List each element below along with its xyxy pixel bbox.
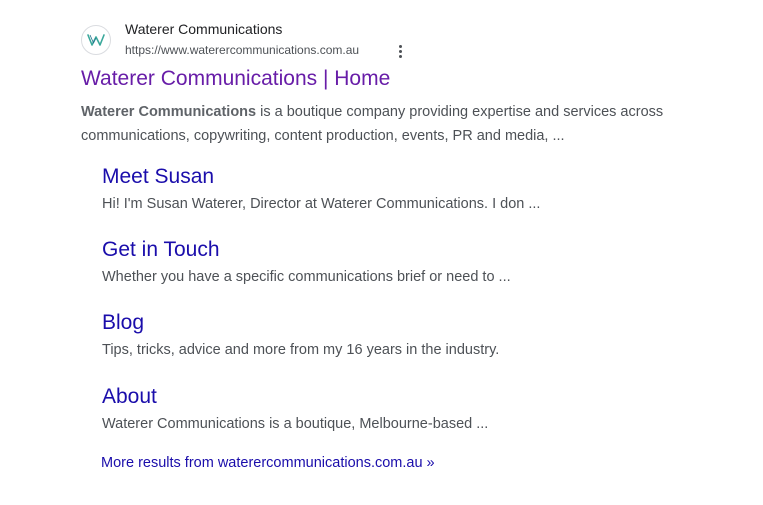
sitelink-title[interactable]: About bbox=[102, 385, 157, 409]
sitelink-meet-susan: Meet Susan Hi! I'm Susan Waterer, Direct… bbox=[102, 165, 662, 225]
sitelink-title[interactable]: Meet Susan bbox=[102, 165, 214, 189]
site-favicon[interactable] bbox=[81, 25, 111, 55]
sitelink-description: Whether you have a specific communicatio… bbox=[102, 269, 511, 285]
sitelink-description: Hi! I'm Susan Waterer, Director at Water… bbox=[102, 196, 541, 212]
sitelink-description: Waterer Communications is a boutique, Me… bbox=[102, 416, 489, 432]
sitelink-title[interactable]: Get in Touch bbox=[102, 238, 220, 262]
sitelink-description: Tips, tricks, advice and more from my 16… bbox=[102, 342, 500, 358]
waterer-w-logo-icon bbox=[87, 34, 105, 46]
sitelink-blog: Blog Tips, tricks, advice and more from … bbox=[102, 311, 662, 371]
sitelink-get-in-touch: Get in Touch Whether you have a specific… bbox=[102, 238, 662, 298]
result-source: Waterer Communications https://www.water… bbox=[81, 20, 721, 60]
sitelink-about: About Waterer Communications is a boutiq… bbox=[102, 385, 662, 445]
result-title-link[interactable]: Waterer Communications | Home bbox=[81, 67, 390, 91]
sitelink-title[interactable]: Blog bbox=[102, 311, 144, 335]
site-name[interactable]: Waterer Communications bbox=[125, 21, 282, 37]
site-url[interactable]: https://www.waterercommunications.com.au bbox=[125, 43, 359, 57]
search-result: Waterer Communications https://www.water… bbox=[81, 20, 721, 144]
result-snippet: Waterer Communications is a boutique com… bbox=[81, 100, 721, 148]
more-results-link[interactable]: More results from waterercommunications.… bbox=[101, 455, 435, 471]
three-dot-vertical-icon[interactable] bbox=[394, 42, 406, 60]
snippet-bold-text: Waterer Communications bbox=[81, 104, 257, 120]
